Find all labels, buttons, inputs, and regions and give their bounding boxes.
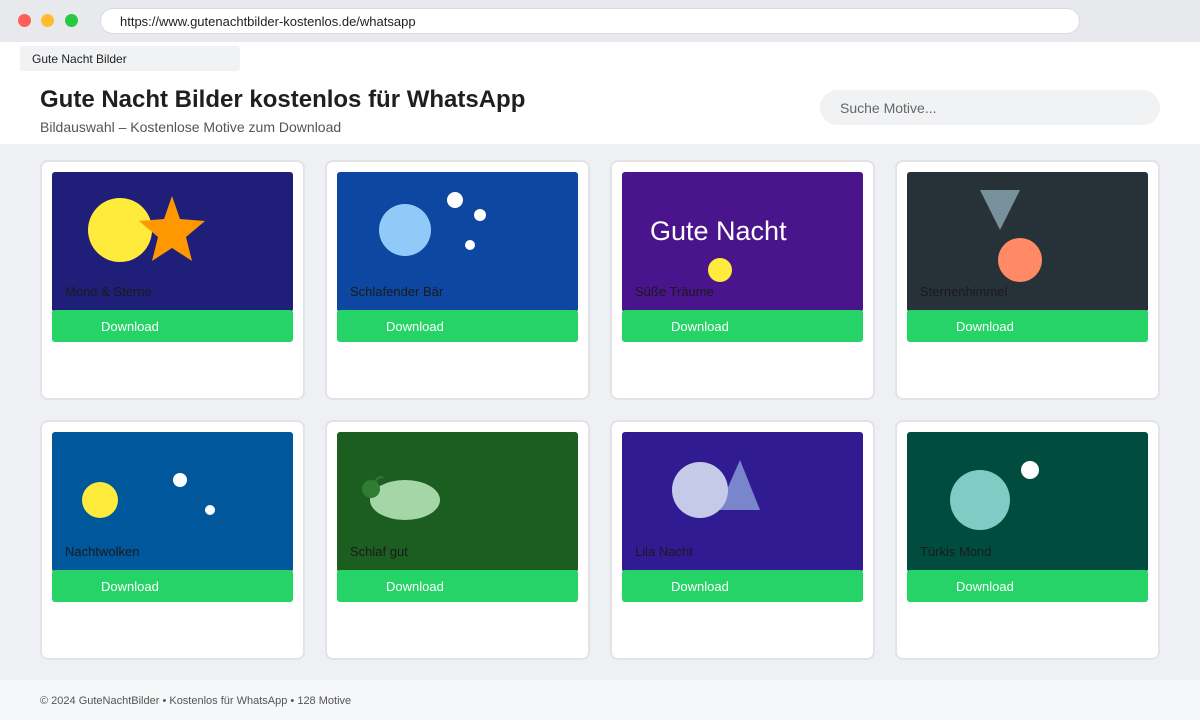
image-card: Gute Nacht Süße Träume Download: [610, 160, 875, 400]
image-thumbnail[interactable]: Lila Nacht: [622, 432, 863, 572]
image-caption: Mond & Sterne: [65, 284, 152, 299]
download-button[interactable]: Download: [907, 310, 1148, 342]
leaf-icon: [362, 480, 380, 498]
dot-icon: [708, 258, 732, 282]
leaf-icon: [370, 480, 440, 520]
image-caption: Schlafender Bär: [350, 284, 444, 299]
maximize-window-icon[interactable]: [65, 14, 78, 27]
image-caption: Sternenhimmel: [920, 284, 1008, 299]
image-caption: Schlaf gut: [350, 544, 408, 559]
image-card: Nachtwolken Download: [40, 420, 305, 660]
page-title: Gute Nacht Bilder kostenlos für WhatsApp: [40, 86, 526, 113]
browser-toolbar: https://www.gutenachtbilder-kostenlos.de…: [0, 0, 1200, 42]
minimize-window-icon[interactable]: [41, 14, 54, 27]
overlay-text: Gute Nacht: [650, 216, 787, 246]
image-thumbnail[interactable]: Schlaf gut: [337, 432, 578, 572]
tab-gute-nacht-bilder[interactable]: Gute Nacht Bilder: [20, 46, 240, 71]
bubble-icon: [474, 209, 486, 221]
moon-icon: [950, 470, 1010, 530]
page-subtitle: Bildauswahl – Kostenlose Motive zum Down…: [40, 119, 342, 135]
download-button[interactable]: Download: [907, 570, 1148, 602]
image-card: Sternenhimmel Download: [895, 160, 1160, 400]
bubble-icon: [447, 192, 463, 208]
image-caption: Türkis Mond: [920, 544, 992, 559]
star-dot-icon: [205, 505, 215, 515]
address-bar[interactable]: https://www.gutenachtbilder-kostenlos.de…: [100, 8, 1080, 34]
image-thumbnail[interactable]: Schlafender Bär: [337, 172, 578, 312]
bubble-icon: [465, 240, 475, 250]
image-caption: Nachtwolken: [65, 544, 140, 559]
moon-icon: [88, 198, 152, 262]
image-thumbnail[interactable]: Türkis Mond: [907, 432, 1148, 572]
moon-icon: [82, 482, 118, 518]
image-grid: Mond & Sterne Download Schlafender Bär D…: [40, 160, 1160, 660]
image-card: Schlaf gut Download: [325, 420, 590, 660]
download-button[interactable]: Download: [52, 310, 293, 342]
page-footer: © 2024 GuteNachtBilder • Kostenlos für W…: [0, 680, 1200, 720]
download-button[interactable]: Download: [52, 570, 293, 602]
star-dot-icon: [173, 473, 187, 487]
image-card: Türkis Mond Download: [895, 420, 1160, 660]
download-button[interactable]: Download: [622, 570, 863, 602]
footer-text: © 2024 GuteNachtBilder • Kostenlos für W…: [40, 695, 352, 707]
download-button[interactable]: Download: [337, 310, 578, 342]
image-thumbnail[interactable]: Gute Nacht Süße Träume: [622, 172, 863, 312]
image-card: Lila Nacht Download: [610, 420, 875, 660]
close-window-icon[interactable]: [18, 14, 31, 27]
image-thumbnail[interactable]: Sternenhimmel: [907, 172, 1148, 312]
image-caption: Lila Nacht: [635, 544, 693, 559]
image-card: Mond & Sterne Download: [40, 160, 305, 400]
download-button[interactable]: Download: [622, 310, 863, 342]
image-caption: Süße Träume: [635, 284, 714, 299]
image-thumbnail[interactable]: Nachtwolken: [52, 432, 293, 572]
search-input[interactable]: [820, 90, 1160, 125]
page-header: Gute Nacht Bilder Gute Nacht Bilder kost…: [0, 42, 1200, 144]
star-dot-icon: [1021, 461, 1039, 479]
image-thumbnail[interactable]: Mond & Sterne: [52, 172, 293, 312]
bear-face-icon: [379, 204, 431, 256]
download-button[interactable]: Download: [337, 570, 578, 602]
circle-icon: [998, 238, 1042, 282]
image-card: Schlafender Bär Download: [325, 160, 590, 400]
circle-icon: [672, 462, 728, 518]
